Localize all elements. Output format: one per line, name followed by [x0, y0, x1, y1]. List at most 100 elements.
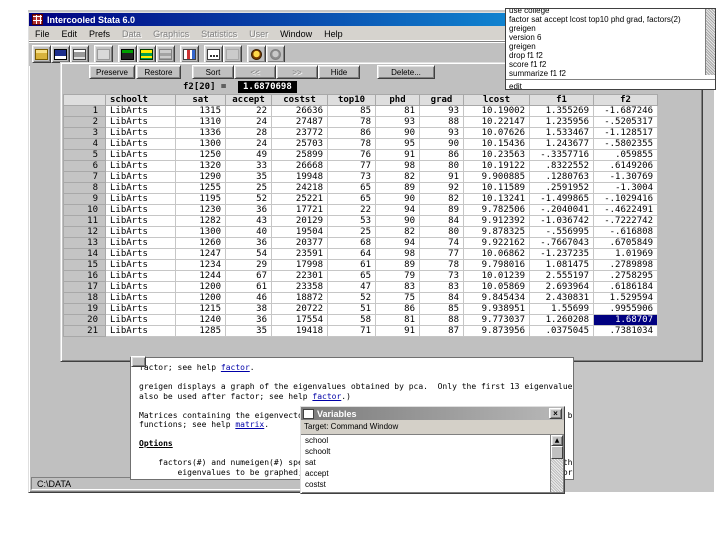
- cell[interactable]: 28: [225, 127, 272, 139]
- cell[interactable]: 1310: [175, 116, 226, 128]
- cell[interactable]: 9.798016: [463, 259, 530, 271]
- cell[interactable]: 84: [419, 215, 464, 227]
- cell[interactable]: 78: [327, 138, 376, 150]
- help-link[interactable]: matrix: [235, 420, 264, 429]
- cell[interactable]: 26636: [271, 105, 328, 117]
- cell[interactable]: 23772: [271, 127, 328, 139]
- command-line[interactable]: edit: [506, 80, 715, 89]
- cell[interactable]: 26668: [271, 160, 328, 172]
- menu-help[interactable]: Help: [318, 27, 349, 40]
- cell[interactable]: 80: [419, 160, 464, 172]
- cell[interactable]: 25: [225, 182, 272, 194]
- cell[interactable]: 1.355269: [529, 105, 594, 117]
- cell[interactable]: -.5802355: [593, 138, 658, 150]
- row-header[interactable]: 16: [63, 270, 106, 282]
- cell[interactable]: LibArts: [105, 204, 176, 216]
- cell[interactable]: 51: [327, 303, 376, 315]
- cell[interactable]: 9.912392: [463, 215, 530, 227]
- cell[interactable]: 9.873956: [463, 325, 530, 337]
- cell[interactable]: 2.430831: [529, 292, 594, 304]
- bring-results-to-front-button[interactable]: [118, 45, 137, 63]
- row-header[interactable]: 21: [63, 325, 106, 337]
- cell[interactable]: LibArts: [105, 105, 176, 117]
- cell[interactable]: 9.782506: [463, 204, 530, 216]
- scrollbar-thumb[interactable]: [551, 446, 563, 459]
- cell[interactable]: 89: [419, 204, 464, 216]
- cell[interactable]: 1200: [175, 292, 226, 304]
- cell[interactable]: -1.128517: [593, 127, 658, 139]
- cell[interactable]: 9.845434: [463, 292, 530, 304]
- cell[interactable]: 71: [327, 325, 376, 337]
- cell[interactable]: .7381034: [593, 325, 658, 337]
- cell[interactable]: 1234: [175, 259, 226, 271]
- cell[interactable]: 88: [419, 116, 464, 128]
- cell[interactable]: 90: [375, 215, 420, 227]
- cell[interactable]: 19418: [271, 325, 328, 337]
- cell[interactable]: 1336: [175, 127, 226, 139]
- column-header-f2[interactable]: f2: [593, 94, 658, 106]
- column-header-f1[interactable]: f1: [529, 94, 594, 106]
- cell[interactable]: 76: [327, 149, 376, 161]
- menu-file[interactable]: File: [29, 27, 56, 40]
- menu-user[interactable]: User: [243, 27, 274, 40]
- command-history-line[interactable]: greigen: [509, 24, 704, 33]
- editor-button-sort[interactable]: Sort: [192, 65, 234, 79]
- variable-item-sat[interactable]: sat: [305, 457, 551, 468]
- cell[interactable]: 58: [327, 314, 376, 326]
- cell[interactable]: 89: [375, 259, 420, 271]
- cell[interactable]: 20722: [271, 303, 328, 315]
- cell[interactable]: 46: [225, 292, 272, 304]
- help-link[interactable]: factor: [312, 392, 341, 401]
- cell[interactable]: 9.938951: [463, 303, 530, 315]
- command-history-line[interactable]: factor sat accept lcost top10 phd grad, …: [509, 15, 704, 24]
- cell[interactable]: 83: [419, 281, 464, 293]
- cell[interactable]: 10.23563: [463, 149, 530, 161]
- cell[interactable]: 93: [419, 105, 464, 117]
- cell[interactable]: 90: [375, 127, 420, 139]
- menu-edit[interactable]: Edit: [56, 27, 84, 40]
- print-button[interactable]: [70, 45, 89, 63]
- cell[interactable]: -.7667043: [529, 237, 594, 249]
- cell[interactable]: 94: [375, 204, 420, 216]
- main-title-bar[interactable]: Intercooled Stata 6.0: [29, 13, 510, 26]
- cell[interactable]: 74: [419, 237, 464, 249]
- cell[interactable]: 1195: [175, 193, 226, 205]
- cell[interactable]: 95: [375, 138, 420, 150]
- cell[interactable]: 40: [225, 226, 272, 238]
- row-header[interactable]: 1: [63, 105, 106, 117]
- cell[interactable]: 53: [327, 215, 376, 227]
- row-header[interactable]: 13: [63, 237, 106, 249]
- cell[interactable]: LibArts: [105, 270, 176, 282]
- clear-more-button[interactable]: [247, 45, 266, 63]
- open-log-button[interactable]: [94, 45, 113, 63]
- cell[interactable]: 1.243677: [529, 138, 594, 150]
- cell[interactable]: 1300: [175, 226, 226, 238]
- cell[interactable]: -1.499865: [529, 193, 594, 205]
- cell[interactable]: 85: [419, 303, 464, 315]
- cell[interactable]: LibArts: [105, 226, 176, 238]
- cell[interactable]: 89: [375, 182, 420, 194]
- break-button[interactable]: [266, 45, 285, 63]
- cell[interactable]: 24218: [271, 182, 328, 194]
- editor-button-restore[interactable]: Restore: [136, 65, 181, 79]
- variable-item-accept[interactable]: accept: [305, 468, 551, 479]
- cell[interactable]: 1250: [175, 149, 226, 161]
- bring-graph-to-front-button[interactable]: [180, 45, 199, 63]
- cell[interactable]: -.7222742: [593, 215, 658, 227]
- column-header-sat[interactable]: sat: [175, 94, 226, 106]
- cell[interactable]: 52: [225, 193, 272, 205]
- column-header-top10[interactable]: top10: [327, 94, 376, 106]
- cell[interactable]: 1.55699: [529, 303, 594, 315]
- cell[interactable]: 93: [419, 127, 464, 139]
- cell[interactable]: 61: [225, 281, 272, 293]
- close-icon[interactable]: ×: [549, 408, 562, 419]
- cell[interactable]: 22: [225, 105, 272, 117]
- cell[interactable]: 91: [419, 171, 464, 183]
- row-header[interactable]: 2: [63, 116, 106, 128]
- cell[interactable]: 9.773037: [463, 314, 530, 326]
- data-browser-button[interactable]: [156, 45, 175, 63]
- cell[interactable]: 1244: [175, 270, 226, 282]
- variable-item-top10[interactable]: top10: [305, 490, 551, 492]
- cell[interactable]: 1215: [175, 303, 226, 315]
- cell[interactable]: LibArts: [105, 160, 176, 172]
